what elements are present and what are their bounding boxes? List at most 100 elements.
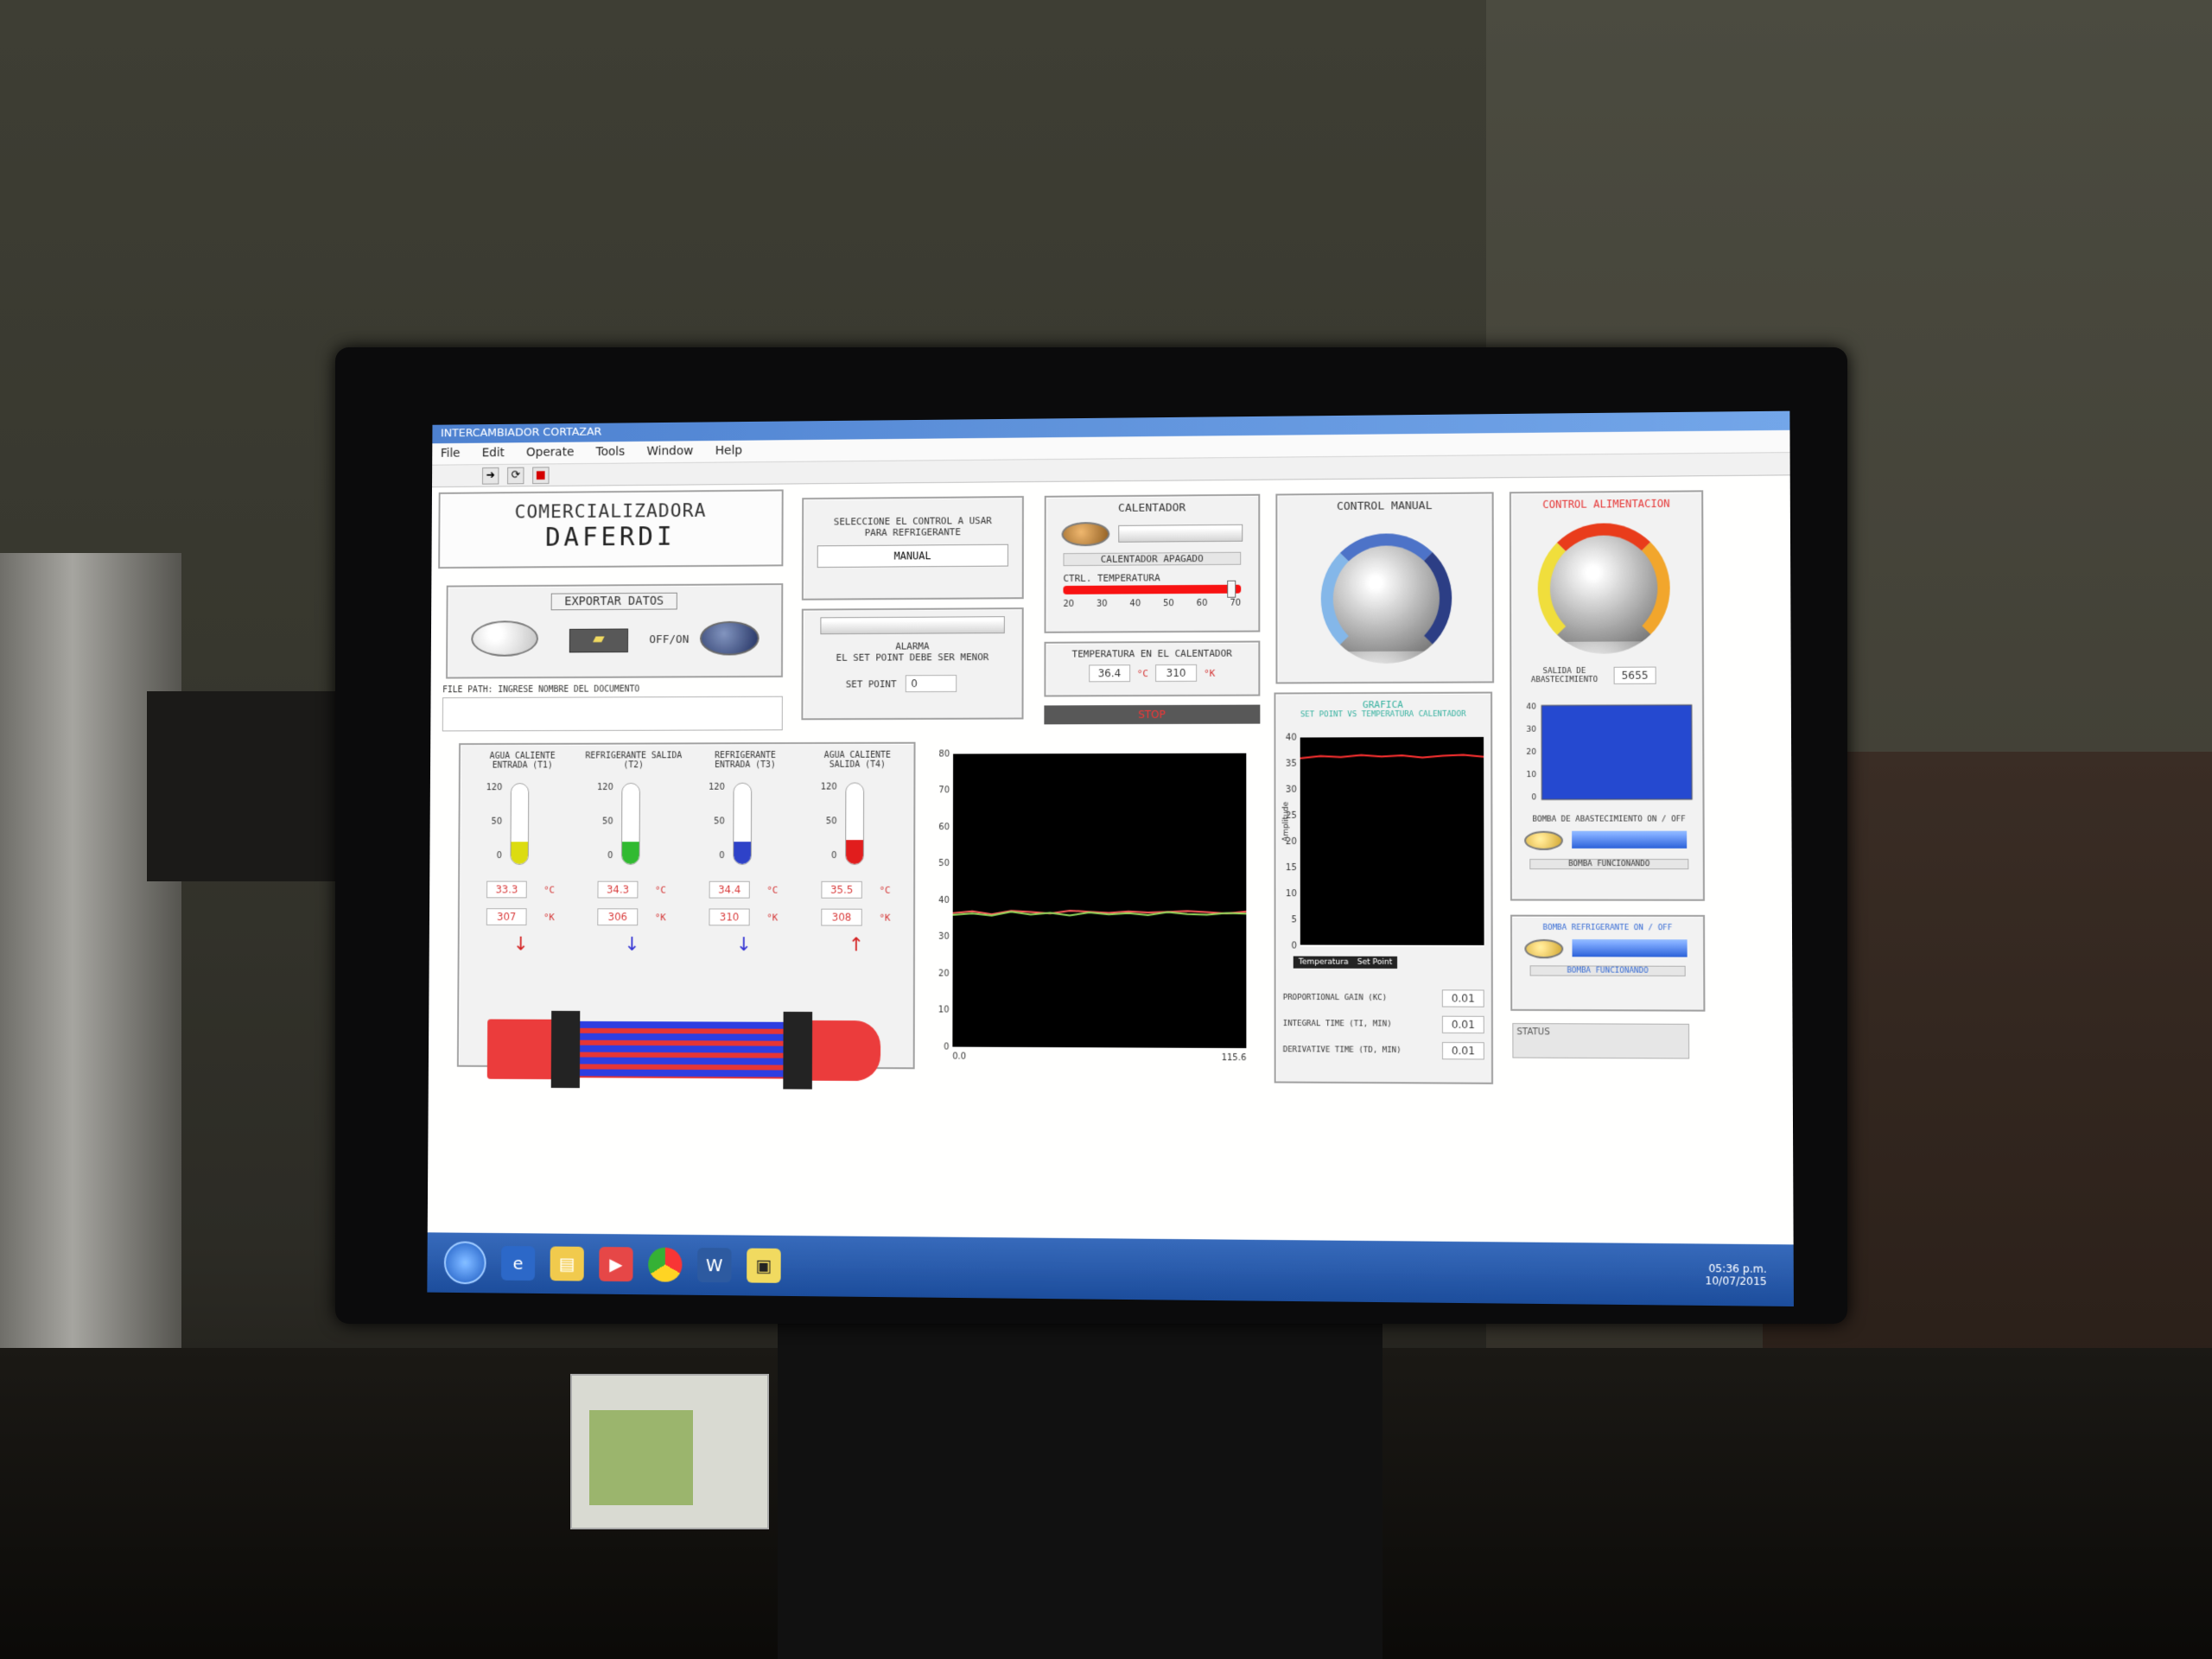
internet-explorer-icon[interactable]: e: [501, 1246, 535, 1281]
integral-label: INTEGRAL TIME (TI, MIN): [1283, 1020, 1392, 1029]
manual-control-knob[interactable]: [1321, 533, 1452, 664]
integral-input[interactable]: 0.01: [1442, 1016, 1484, 1033]
pid-panel: GRAFICA SET POINT VS TEMPERATURA CALENTA…: [1274, 692, 1493, 1084]
thermometer: [621, 783, 640, 865]
start-button[interactable]: [444, 1241, 486, 1284]
pid-chart: 4035302520151050Amplitude: [1281, 728, 1490, 955]
monitor-stand: [778, 1318, 1382, 1659]
control-select-label: SELECCIONE EL CONTROL A USAR PARA REFRIG…: [821, 515, 1005, 538]
background-photo-frame: [147, 691, 354, 881]
kelvin-unit: °K: [766, 912, 778, 924]
pump2-panel: BOMBA REFRIGERANTE ON / OFF BOMBA FUNCIO…: [1510, 915, 1705, 1012]
thermometer-kelvin: 306: [597, 908, 638, 925]
heater-slider-label: CTRL. TEMPERATURA: [1063, 572, 1241, 584]
y-tick-label: 30: [938, 932, 950, 942]
chrome-icon[interactable]: [648, 1248, 682, 1282]
clock[interactable]: 05:36 p.m. 10/07/2015: [1705, 1262, 1766, 1287]
pump2-led[interactable]: [1524, 939, 1563, 958]
heatmap-cell: [1541, 705, 1692, 800]
heater-temp-celsius: 36.4: [1089, 664, 1130, 682]
menu-file[interactable]: File: [441, 447, 461, 461]
run-continuously-icon[interactable]: ⟳: [507, 467, 524, 485]
export-title: EXPORTAR DATOS: [551, 593, 677, 611]
chart-plot-area: [1300, 737, 1484, 946]
thermometer-title: REFRIGERANTE ENTRADA (T3): [695, 751, 797, 770]
stop-label: STOP: [1138, 709, 1166, 721]
slider-tick: 30: [1096, 600, 1108, 609]
stop-button[interactable]: STOP: [1044, 705, 1260, 725]
file-path-label: FILE PATH: INGRESE NOMBRE DEL DOCUMENTO: [442, 684, 639, 695]
x-tick-label: 0.0: [952, 1052, 966, 1061]
menu-tools[interactable]: Tools: [596, 445, 626, 460]
x-tick-label: 115.6: [1222, 1053, 1247, 1063]
brand-panel: COMERCIALIZADORA DAFERDI: [438, 489, 784, 569]
y-tick-label: 70: [938, 786, 950, 796]
y-tick-label: 10: [938, 1006, 950, 1015]
pump1-led[interactable]: [1524, 831, 1563, 850]
flow-arrow-icon: ↑: [849, 935, 864, 957]
heater-panel: CALENTADOR CALENTADOR APAGADO CTRL. TEMP…: [1045, 494, 1261, 633]
labview-icon[interactable]: ▣: [747, 1249, 781, 1283]
heater-title: CALENTADOR: [1046, 501, 1259, 516]
slider-tick: 20: [1063, 600, 1074, 609]
monitor: INTERCAMBIADOR CORTAZAR File Edit Operat…: [335, 347, 1847, 1324]
abort-icon[interactable]: ■: [532, 467, 549, 484]
menu-window[interactable]: Window: [646, 444, 693, 459]
legend-setpoint: Set Point: [1357, 958, 1393, 967]
pump-output-label: SALIDA DE ABASTECIMIENTO: [1521, 667, 1609, 685]
thermometer-celsius: 34.4: [709, 881, 750, 899]
thermometer-scale-label: 0: [589, 851, 613, 861]
y-tick-label: 50: [938, 859, 950, 868]
y-tick-label: 0: [944, 1042, 949, 1052]
thermometer-celsius: 33.3: [486, 881, 527, 899]
control-select[interactable]: MANUAL: [817, 544, 1008, 568]
heater-slider[interactable]: [1063, 585, 1241, 594]
thermometer-scale-label: 50: [479, 817, 502, 827]
word-icon[interactable]: W: [697, 1248, 732, 1282]
export-led: [471, 620, 538, 657]
heater-slider-ticks: 20 30 40 50 60 70: [1063, 599, 1241, 609]
run-arrow-icon[interactable]: ➜: [482, 467, 499, 485]
y-tick-label: 80: [938, 749, 950, 759]
setpoint-input[interactable]: 0: [905, 675, 956, 692]
y-tick-label: 30: [1286, 785, 1297, 795]
export-toggle[interactable]: [700, 621, 760, 656]
hot-water-shell-right: [812, 1020, 880, 1081]
heater-slider-knob[interactable]: [1227, 581, 1236, 598]
flange-right: [783, 1012, 812, 1090]
pid-graph-subtitle: SET POINT VS TEMPERATURA CALENTADOR: [1275, 710, 1491, 720]
thermometer-scale-label: 50: [813, 817, 837, 826]
media-player-icon[interactable]: ▶: [599, 1247, 632, 1281]
feed-control-panel: CONTROL ALIMENTACION SALIDA DE ABASTECIM…: [1510, 490, 1705, 900]
menu-operate[interactable]: Operate: [526, 446, 574, 461]
heater-temp-kelvin: 310: [1155, 664, 1197, 682]
file-path-input[interactable]: [442, 696, 783, 732]
thermometer-scale-label: 50: [589, 817, 613, 827]
thermometer-scale-label: 120: [589, 783, 613, 792]
control-select-value: MANUAL: [894, 550, 931, 562]
folder-icon[interactable]: ▤: [550, 1246, 584, 1281]
menu-edit[interactable]: Edit: [482, 446, 505, 461]
y-tick-label: 35: [1286, 760, 1297, 769]
legend-temperatura: Temperatura: [1299, 958, 1349, 967]
menu-help[interactable]: Help: [715, 444, 742, 459]
heater-bar: [1118, 524, 1243, 543]
pid-graph-title: GRAFICA: [1275, 699, 1491, 711]
thermometer-scale-label: 0: [813, 851, 837, 861]
proportional-input[interactable]: 0.01: [1442, 989, 1484, 1007]
feed-control-knob[interactable]: [1537, 523, 1669, 654]
heater-status: CALENTADOR APAGADO: [1064, 552, 1242, 566]
y-tick-label: 40: [1286, 733, 1297, 742]
brand-line2: DAFERDI: [440, 521, 781, 553]
open-folder-icon[interactable]: ▰: [569, 628, 628, 652]
hot-water-shell-left: [487, 1019, 555, 1079]
thermometer: [510, 783, 529, 865]
thermometer: [733, 783, 752, 865]
heater-led[interactable]: [1062, 522, 1110, 546]
thermometer-celsius: 35.5: [821, 881, 861, 899]
pump-output-value: 5655: [1614, 667, 1656, 684]
alarm-message: EL SET POINT DEBE SER MENOR: [804, 652, 1022, 664]
derivative-input[interactable]: 0.01: [1442, 1042, 1484, 1059]
y-tick-label: 0: [1291, 941, 1296, 950]
thermometer-title: REFRIGERANTE SALIDA (T2): [583, 751, 684, 770]
